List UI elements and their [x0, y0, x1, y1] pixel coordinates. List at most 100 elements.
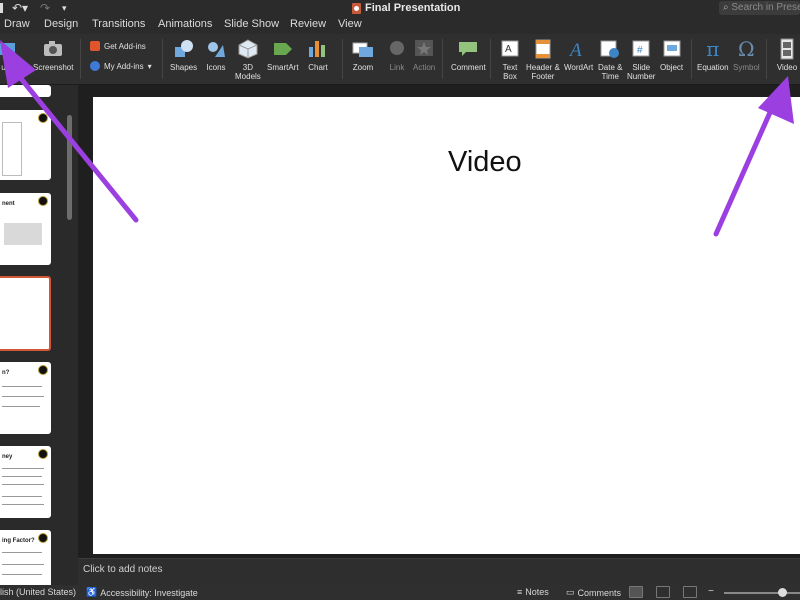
text-line — [2, 406, 40, 407]
zoom-slider[interactable] — [724, 592, 800, 594]
wordart-icon: A — [568, 38, 590, 60]
accessibility-label: Accessibility: Investigate — [100, 587, 198, 598]
notes-pane[interactable]: Click to add notes — [78, 558, 800, 585]
globe-icon — [386, 38, 408, 60]
search-input[interactable]: ⌕ Search in Prese — [719, 1, 800, 15]
slide-thumbnail-3[interactable]: nent — [0, 193, 51, 265]
tab-design[interactable]: Design — [44, 16, 78, 34]
zoom-icon — [352, 38, 374, 60]
slide-thumbnail-7[interactable]: ing Factor? — [0, 530, 51, 590]
customize-toolbar-icon[interactable]: ▾ — [62, 0, 67, 16]
store-icon — [90, 41, 100, 51]
shapes-button[interactable]: Shapes — [170, 38, 197, 72]
tab-view[interactable]: View — [338, 16, 362, 34]
wordart-label: WordArt — [564, 63, 594, 72]
object-button[interactable]: Object — [660, 38, 683, 72]
equation-label: Equation — [697, 63, 729, 72]
slide-thumbnail-4-selected[interactable] — [0, 276, 51, 351]
video-button[interactable]: Video — [776, 38, 798, 72]
addins-icon — [90, 61, 100, 71]
text-box-button[interactable]: A Text Box — [499, 38, 521, 81]
tab-transitions[interactable]: Transitions — [92, 16, 145, 34]
screenshot-label: Screenshot — [33, 63, 74, 72]
slide-number-button[interactable]: # Slide Number — [627, 38, 655, 81]
zoom-slider-handle[interactable] — [778, 588, 787, 597]
link-button[interactable]: Link — [386, 38, 408, 72]
zoom-button[interactable]: Zoom — [352, 38, 374, 72]
smartart-label: SmartArt — [267, 63, 299, 72]
header-footer-label-1: Header & — [526, 63, 560, 72]
symbol-button[interactable]: Ω Symbol — [733, 36, 760, 73]
redo-icon[interactable]: ↷ — [40, 0, 50, 16]
sidebar-toggle-icon[interactable] — [0, 3, 3, 13]
slide-thumbnail-6[interactable]: ney — [0, 446, 51, 518]
slide-canvas[interactable] — [93, 97, 800, 554]
smartart-button[interactable]: SmartArt — [267, 38, 299, 72]
language-status[interactable]: lish (United States) — [0, 587, 76, 597]
smartart-icon — [272, 38, 294, 60]
link-label: Link — [389, 63, 405, 72]
pictures-icon — [0, 38, 20, 60]
accessibility-icon: ♿ — [86, 587, 98, 597]
date-time-button[interactable]: Date & Time — [598, 38, 622, 81]
chevron-down-icon: ▾ — [147, 61, 152, 71]
svg-text:A: A — [505, 44, 512, 55]
3d-models-label-2: Models — [235, 72, 261, 81]
pictures-button[interactable]: ures — [0, 38, 20, 72]
slide-sorter-view-icon[interactable] — [656, 586, 670, 598]
omega-icon: Ω — [738, 36, 755, 61]
bar-chart-icon — [307, 38, 329, 60]
diagram-thumbnail — [4, 223, 42, 245]
cube-icon — [237, 38, 259, 60]
my-addins-label: My Add-ins — [104, 61, 144, 71]
reading-view-icon[interactable] — [683, 586, 697, 598]
logo-icon — [38, 449, 48, 459]
logo-icon — [38, 365, 48, 375]
tab-review[interactable]: Review — [290, 16, 326, 34]
normal-view-icon[interactable] — [629, 586, 643, 598]
slide-title[interactable]: Video — [448, 146, 522, 179]
tab-draw[interactable]: Draw — [4, 16, 30, 34]
header-footer-button[interactable]: Header & Footer — [526, 38, 560, 81]
shapes-icon — [173, 38, 195, 60]
chart-button[interactable]: Chart — [307, 38, 329, 72]
insert-ribbon: ures Screenshot Get Add-ins My Add-ins ▾… — [0, 34, 800, 85]
wordart-button[interactable]: A WordArt — [564, 38, 593, 72]
divider — [766, 39, 767, 79]
video-label: Video — [776, 63, 798, 72]
accessibility-status[interactable]: ♿ Accessibility: Investigate — [86, 587, 198, 598]
slide-thumbnail-1[interactable] — [0, 85, 51, 97]
notes-toggle-button[interactable]: ≡ Notes — [517, 587, 549, 597]
tab-slide-show[interactable]: Slide Show — [224, 16, 279, 34]
comment-button[interactable]: Comment — [451, 38, 486, 72]
my-addins-button[interactable]: My Add-ins ▾ — [90, 61, 152, 71]
icons-label: Icons — [206, 63, 226, 72]
slide-thumbnail-2[interactable] — [0, 110, 51, 180]
equation-button[interactable]: π Equation — [697, 38, 729, 73]
zoom-out-icon[interactable]: − — [708, 586, 714, 597]
text-line — [2, 564, 44, 565]
get-addins-button[interactable]: Get Add-ins — [90, 41, 146, 51]
comment-label: Comment — [451, 63, 486, 72]
svg-text:#: # — [637, 45, 643, 56]
comments-toggle-button[interactable]: ▭ Comments — [566, 587, 621, 598]
divider — [691, 39, 692, 79]
window-title: Final Presentation — [352, 1, 460, 15]
undo-icon[interactable]: ↶▾ — [12, 0, 28, 16]
comment-icon — [457, 38, 479, 60]
thumbnails-scrollbar[interactable] — [67, 115, 72, 220]
ppt-document-icon — [352, 2, 361, 14]
action-button[interactable]: Action — [413, 38, 435, 72]
pictures-label: ures — [1, 63, 17, 72]
screenshot-button[interactable]: Screenshot — [33, 38, 73, 72]
notes-icon: ≡ — [517, 587, 523, 597]
3d-models-button[interactable]: 3D Models — [235, 38, 261, 81]
thumbnail-title: ney — [2, 454, 13, 460]
text-line — [2, 496, 42, 497]
slide-thumbnail-5[interactable]: n? — [0, 362, 51, 434]
divider — [162, 39, 163, 79]
comments-toggle-label: Comments — [577, 587, 622, 598]
tab-animations[interactable]: Animations — [158, 16, 212, 34]
icons-button[interactable]: Icons — [205, 38, 227, 72]
text-line — [2, 574, 42, 575]
